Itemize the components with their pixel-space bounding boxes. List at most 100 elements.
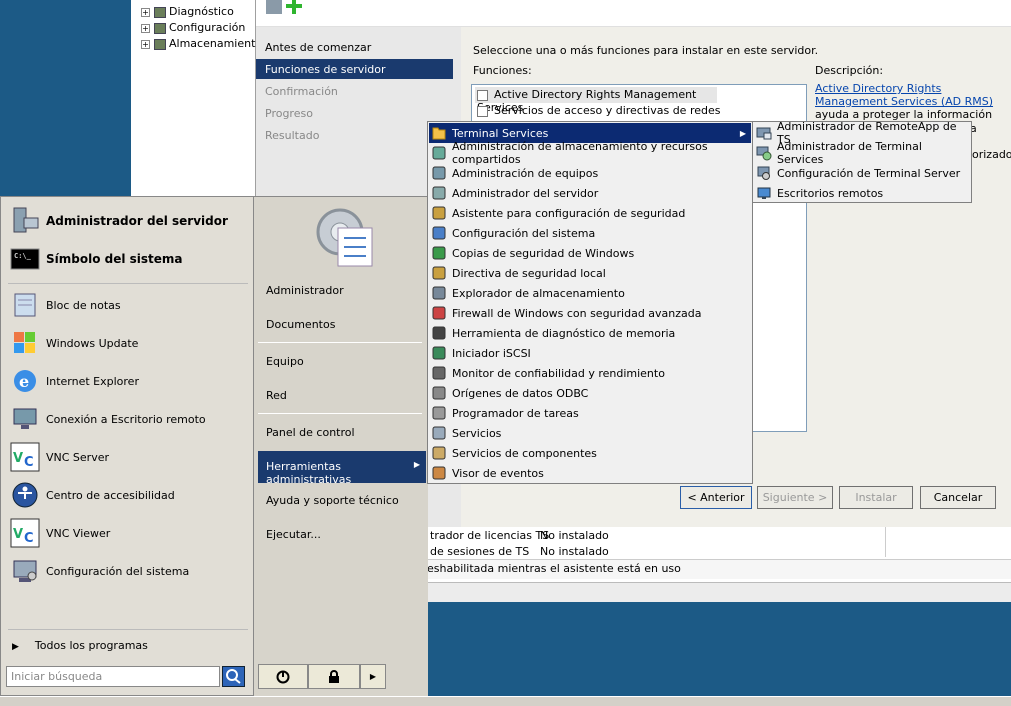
windows-update-icon [10,328,40,358]
recent-vnc-viewer[interactable]: VC VNC Viewer [10,515,250,551]
recent-notepad[interactable]: Bloc de notas [10,287,250,323]
lock-button[interactable] [308,664,360,689]
event-viewer-icon [431,465,447,481]
start-right-admin-tools[interactable]: Herramientas administrativas ▶ [258,451,426,486]
server-manager-icon [10,206,40,236]
recent-accessibility[interactable]: Centro de accesibilidad [10,477,250,513]
step-confirmation: Confirmación [265,85,338,98]
menu-item-label: Administrador del servidor [452,186,599,200]
taskbar [0,696,1011,706]
menu-item-admin-tool[interactable]: Programador de tareas [429,403,751,423]
menu-item-admin-tool[interactable]: Asistente para configuración de segurida… [429,203,751,223]
menu-item-label: Asistente para configuración de segurida… [452,206,686,220]
cancel-button[interactable]: Cancelar [920,486,996,509]
table-cell-name: trador de licencias TS [430,529,550,542]
tree-item-configuration[interactable]: + Configuración [141,21,245,36]
svg-text:V: V [13,451,23,466]
submenu-item-ts-configuration[interactable]: Configuración de Terminal Server [754,163,970,183]
all-programs[interactable]: ▶ Todos los programas [12,639,148,652]
role-item-ad-rms[interactable]: Active Directory Rights Management Servi… [475,87,717,114]
role-checkbox[interactable] [477,105,488,117]
shutdown-options-button[interactable]: ▶ [360,664,386,689]
step-server-roles[interactable]: Funciones de servidor [256,59,453,79]
next-button[interactable]: Siguiente > [757,486,833,509]
menu-item-admin-tool[interactable]: Servicios [429,423,751,443]
expand-icon[interactable]: + [141,39,150,49]
power-button[interactable] [258,664,308,689]
description-link[interactable]: Active Directory Rights Management Servi… [815,82,993,108]
tree-item-diagnostics[interactable]: + Diagnóstico [141,5,234,20]
menu-item-admin-tool[interactable]: Firewall de Windows con seguridad avanza… [429,303,751,323]
submenu-label: Configuración de Terminal Server [777,166,961,180]
iscsi-icon [431,345,447,361]
menu-item-admin-tool[interactable]: Administración de equipos [429,163,751,183]
vnc-icon: VC [10,442,40,472]
install-button[interactable]: Instalar [839,486,913,509]
step-before-you-begin[interactable]: Antes de comenzar [265,41,371,54]
menu-item-admin-tool[interactable]: Administrador del servidor [429,183,751,203]
role-checkbox[interactable] [477,89,488,101]
menu-item-admin-tool[interactable]: Monitor de confiabilidad y rendimiento [429,363,751,383]
back-button[interactable]: < Anterior [680,486,752,509]
notepad-icon [10,290,40,320]
menu-item-admin-tool[interactable]: Herramienta de diagnóstico de memoria [429,323,751,343]
msconfig-icon [10,556,40,586]
odbc-icon [431,385,447,401]
system-config-icon [431,225,447,241]
vnc-icon: VC [10,518,40,548]
step-progress: Progreso [265,107,313,120]
start-right-run[interactable]: Ejecutar... [258,519,426,551]
storage-share-icon [431,145,447,161]
recent-label: Bloc de notas [46,298,121,312]
pinned-command-prompt[interactable]: C:\_ Símbolo del sistema [10,241,250,277]
role-item-nps[interactable]: Servicios de acceso y directivas de rede… [475,103,722,118]
menu-item-admin-tool[interactable]: Directiva de seguridad local [429,263,751,283]
menu-item-admin-tool[interactable]: Configuración del sistema [429,223,751,243]
recent-vnc-server[interactable]: VC VNC Server [10,439,250,475]
menu-item-admin-tool[interactable]: Copias de seguridad de Windows [429,243,751,263]
accessibility-icon [10,480,40,510]
menu-item-label: Firewall de Windows con seguridad avanza… [452,306,702,320]
start-right-documents[interactable]: Documentos [258,309,426,341]
arrow-right-icon: ▶ [739,128,746,138]
submenu-item-remote-desktops[interactable]: Escritorios remotos [754,183,970,203]
menu-item-label: Iniciador iSCSI [452,346,531,360]
submenu-item-ts-manager[interactable]: Administrador de Terminal Services [754,140,970,166]
start-right-help[interactable]: Ayuda y soporte técnico [258,485,426,517]
tree-item-storage[interactable]: + Almacenamiento [141,37,262,52]
start-right-control-panel[interactable]: Panel de control [258,417,426,449]
menu-item-admin-tool[interactable]: Visor de eventos [429,463,751,483]
pinned-server-manager[interactable]: Administrador del servidor [10,203,250,239]
command-prompt-icon: C:\_ [10,244,40,274]
start-right-administrator[interactable]: Administrador [258,275,426,307]
recent-label: Centro de accesibilidad [46,488,175,502]
recent-system-config[interactable]: Configuración del sistema [10,553,250,589]
recent-remote-desktop[interactable]: Conexión a Escritorio remoto [10,401,250,437]
menu-item-admin-tool[interactable]: Servicios de componentes [429,443,751,463]
start-right-computer[interactable]: Equipo [258,346,426,378]
menu-item-admin-tool[interactable]: Iniciador iSCSI [429,343,751,363]
reliability-monitor-icon [431,365,447,381]
menu-item-admin-tool[interactable]: Administración de almacenamiento y recur… [429,140,751,166]
menu-item-admin-tool[interactable]: Orígenes de datos ODBC [429,383,751,403]
recent-internet-explorer[interactable]: e Internet Explorer [10,363,250,399]
search-icon[interactable] [222,666,245,687]
start-menu-right: Administrador Documentos Equipo Red Pane… [254,196,428,696]
menu-item-admin-tool[interactable]: Explorador de almacenamiento [429,283,751,303]
expand-icon[interactable]: + [141,23,150,33]
separator [258,413,422,414]
storage-explorer-icon [431,285,447,301]
start-search-input[interactable]: Iniciar búsqueda [6,666,220,687]
recent-windows-update[interactable]: Windows Update [10,325,250,361]
expand-icon[interactable]: + [141,7,150,17]
recent-label: Windows Update [46,336,139,350]
ts-manager-icon [756,145,772,161]
menu-item-label: Copias de seguridad de Windows [452,246,635,260]
start-right-network[interactable]: Red [258,380,426,412]
svg-text:C:\_: C:\_ [14,252,32,260]
arrow-right-icon: ▶ [369,672,377,681]
menu-item-label: Monitor de confiabilidad y rendimiento [452,366,665,380]
roles-label: Funciones: [473,64,532,77]
recent-label: VNC Viewer [46,526,111,540]
recent-label: VNC Server [46,450,110,464]
